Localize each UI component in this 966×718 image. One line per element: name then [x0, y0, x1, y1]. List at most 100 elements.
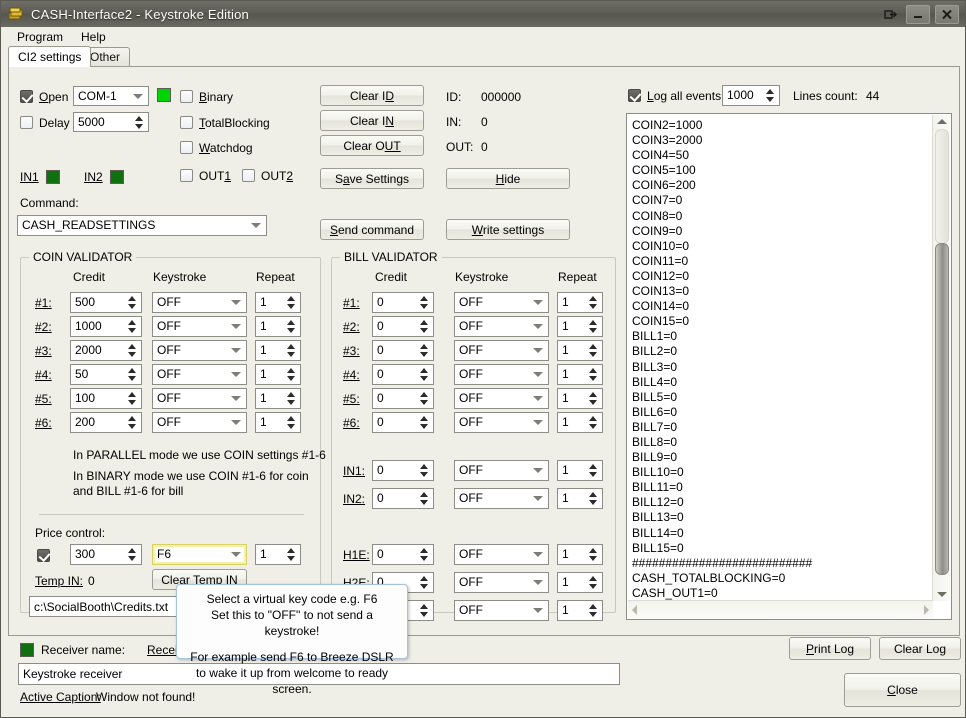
spinner-arrows-icon[interactable] [589, 491, 598, 506]
delay-checkbox[interactable] [20, 116, 33, 129]
close-button[interactable] [935, 5, 959, 24]
restore-button[interactable] [879, 6, 901, 23]
coin-keystroke-combo-2[interactable]: OFF [152, 316, 247, 337]
spinner-arrows-icon[interactable] [589, 367, 598, 382]
price-keystroke-combo[interactable]: F6 [152, 544, 247, 565]
spinner-arrows-icon[interactable] [420, 343, 429, 358]
bill-repeat-spinner-3[interactable]: 1 [557, 340, 603, 361]
in2-keystroke-combo[interactable]: OFF [454, 488, 549, 509]
scroll-track-upper[interactable] [935, 129, 949, 244]
in1-keystroke-combo[interactable]: OFF [454, 460, 549, 481]
bill-keystroke-combo-1[interactable]: OFF [454, 292, 549, 313]
bill-repeat-spinner-5[interactable]: 1 [557, 388, 603, 409]
bill-extra-label-in1[interactable]: IN1: [343, 464, 365, 478]
price-credit-spinner[interactable]: 300 [70, 544, 142, 565]
h1e-credit-spinner[interactable]: 0 [372, 544, 434, 565]
bill-repeat-spinner-6[interactable]: 1 [557, 412, 603, 433]
coin-credit-spinner-1[interactable]: 500 [70, 292, 142, 313]
log-output[interactable]: COIN2=1000 COIN3=2000 COIN4=50 COIN5=100… [626, 113, 952, 620]
spinner-arrows-icon[interactable] [287, 547, 296, 562]
spinner-arrows-icon[interactable] [766, 88, 775, 103]
bill-keystroke-combo-2[interactable]: OFF [454, 316, 549, 337]
watchdog-checkbox[interactable] [180, 141, 193, 154]
bill-credit-spinner-4[interactable]: 0 [372, 364, 434, 385]
spinner-arrows-icon[interactable] [128, 415, 137, 430]
hide-button[interactable]: Hide [446, 168, 570, 189]
spinner-arrows-icon[interactable] [420, 295, 429, 310]
coin-keystroke-combo-6[interactable]: OFF [152, 412, 247, 433]
clear-log-button[interactable]: Clear Log [879, 637, 961, 660]
spinner-arrows-icon[interactable] [128, 343, 137, 358]
com-port-combo[interactable]: COM-1 [73, 86, 149, 106]
bill-credit-spinner-3[interactable]: 0 [372, 340, 434, 361]
totalblocking-checkbox[interactable] [180, 116, 193, 129]
command-combo[interactable]: CASH_READSETTINGS [17, 215, 267, 236]
minimize-button[interactable] [906, 5, 930, 24]
spinner-arrows-icon[interactable] [420, 415, 429, 430]
spinner-arrows-icon[interactable] [589, 547, 598, 562]
save-settings-button[interactable]: Save Settings [320, 168, 424, 189]
h2e-repeat-spinner[interactable]: 1 [557, 572, 603, 593]
log-horizontal-scrollbar[interactable] [628, 600, 933, 618]
temp-in-label[interactable]: Temp IN: [35, 574, 83, 588]
spinner-arrows-icon[interactable] [287, 391, 296, 406]
bill-row-label-3[interactable]: #3: [343, 344, 360, 358]
coin-credit-spinner-3[interactable]: 2000 [70, 340, 142, 361]
h1e-repeat-spinner[interactable]: 1 [557, 544, 603, 565]
spinner-arrows-icon[interactable] [287, 343, 296, 358]
coin-row-label-4[interactable]: #4: [35, 368, 52, 382]
coin-repeat-spinner-2[interactable]: 1 [255, 316, 301, 337]
spinner-arrows-icon[interactable] [128, 367, 137, 382]
spinner-arrows-icon[interactable] [287, 415, 296, 430]
bill-credit-spinner-1[interactable]: 0 [372, 292, 434, 313]
bill-credit-spinner-2[interactable]: 0 [372, 316, 434, 337]
coin-repeat-spinner-6[interactable]: 1 [255, 412, 301, 433]
bill-credit-spinner-5[interactable]: 0 [372, 388, 434, 409]
log-all-events-checkbox[interactable] [628, 89, 641, 102]
h1e-keystroke-combo[interactable]: OFF [454, 544, 549, 565]
in1-label[interactable]: IN1 [20, 170, 39, 184]
coin-repeat-spinner-4[interactable]: 1 [255, 364, 301, 385]
in1-credit-spinner[interactable]: 0 [372, 460, 434, 481]
bill-repeat-spinner-2[interactable]: 1 [557, 316, 603, 337]
clear-id-button[interactable]: Clear ID [320, 85, 424, 106]
spinner-arrows-icon[interactable] [589, 343, 598, 358]
print-log-button[interactable]: Print Log [789, 637, 871, 660]
spinner-arrows-icon[interactable] [589, 603, 598, 618]
clear-out-button[interactable]: Clear OUT [320, 135, 424, 156]
in2-label[interactable]: IN2 [84, 170, 103, 184]
coin-credit-spinner-4[interactable]: 50 [70, 364, 142, 385]
bill-row-label-5[interactable]: #5: [343, 392, 360, 406]
spinner-arrows-icon[interactable] [128, 319, 137, 334]
spinner-arrows-icon[interactable] [128, 547, 137, 562]
coin-repeat-spinner-1[interactable]: 1 [255, 292, 301, 313]
spinner-arrows-icon[interactable] [420, 463, 429, 478]
bill-extra-label-h1e[interactable]: H1E: [343, 548, 370, 562]
scroll-down-arrow-icon[interactable] [937, 592, 947, 597]
in2-repeat-spinner[interactable]: 1 [557, 488, 603, 509]
scroll-right-arrow-icon[interactable] [924, 605, 929, 615]
coin-credit-spinner-5[interactable]: 100 [70, 388, 142, 409]
spinner-arrows-icon[interactable] [135, 115, 144, 130]
coin-row-label-6[interactable]: #6: [35, 416, 52, 430]
spinner-arrows-icon[interactable] [287, 367, 296, 382]
coin-row-label-1[interactable]: #1: [35, 296, 52, 310]
bill-repeat-spinner-4[interactable]: 1 [557, 364, 603, 385]
coin-keystroke-combo-4[interactable]: OFF [152, 364, 247, 385]
in1-repeat-spinner[interactable]: 1 [557, 460, 603, 481]
spinner-arrows-icon[interactable] [589, 415, 598, 430]
spinner-arrows-icon[interactable] [589, 463, 598, 478]
out1-checkbox[interactable] [180, 169, 193, 182]
spinner-arrows-icon[interactable] [287, 295, 296, 310]
bill-repeat-spinner-1[interactable]: 1 [557, 292, 603, 313]
coin-repeat-spinner-3[interactable]: 1 [255, 340, 301, 361]
bill-keystroke-combo-6[interactable]: OFF [454, 412, 549, 433]
spinner-arrows-icon[interactable] [420, 575, 429, 590]
coin-credit-spinner-2[interactable]: 1000 [70, 316, 142, 337]
bill-keystroke-combo-4[interactable]: OFF [454, 364, 549, 385]
coin-row-label-5[interactable]: #5: [35, 392, 52, 406]
bill-row-label-2[interactable]: #2: [343, 320, 360, 334]
h3e-keystroke-combo[interactable]: OFF [454, 600, 549, 621]
price-control-checkbox[interactable] [37, 549, 50, 562]
scroll-up-arrow-icon[interactable] [937, 119, 947, 124]
